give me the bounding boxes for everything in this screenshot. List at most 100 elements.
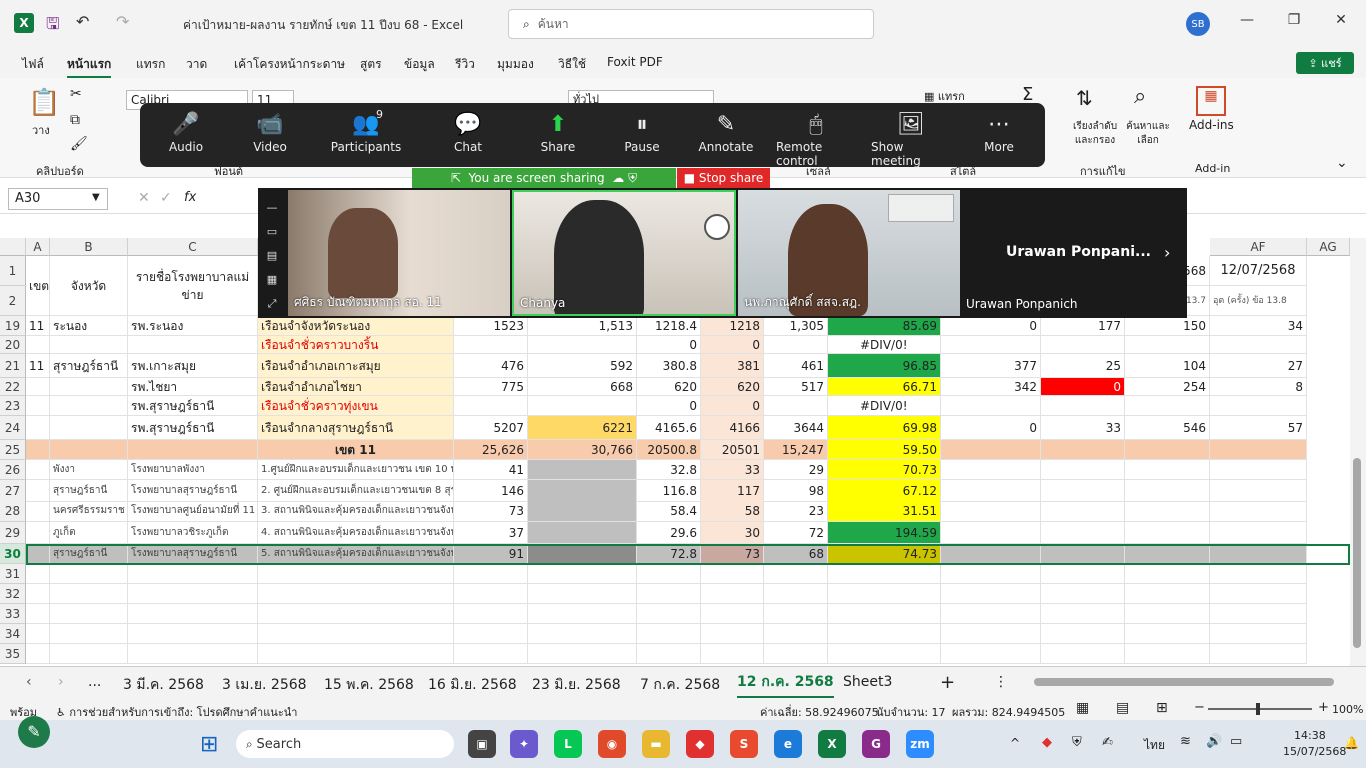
cell-l[interactable]: 25: [1041, 354, 1125, 378]
excel-taskbar-icon[interactable]: X: [818, 730, 846, 758]
cell-o[interactable]: [1210, 440, 1307, 460]
empty-cell[interactable]: [764, 644, 828, 664]
clock-time[interactable]: 14:38: [1294, 729, 1326, 742]
cell-b[interactable]: [50, 440, 128, 460]
paste-label[interactable]: วาง: [32, 121, 50, 139]
menu-item[interactable]: รีวิว: [455, 55, 475, 74]
empty-cell[interactable]: [258, 564, 454, 584]
cell-b[interactable]: สุราษฎร์ธานี: [50, 480, 128, 502]
empty-cell[interactable]: [258, 604, 454, 624]
cell-e[interactable]: 1523: [454, 316, 528, 336]
cell-c[interactable]: โรงพยาบาลพังงา: [128, 460, 258, 480]
row-header[interactable]: 22: [0, 378, 26, 396]
empty-cell[interactable]: [1210, 624, 1307, 644]
empty-cell[interactable]: [454, 564, 528, 584]
cell-o[interactable]: [1210, 544, 1307, 564]
cell-l[interactable]: 177: [1041, 316, 1125, 336]
cell-g[interactable]: 72.8: [637, 544, 701, 564]
menu-item[interactable]: สูตร: [360, 55, 382, 74]
cell-d[interactable]: 1.ศูนย์ฝึกและอบรมเด็กและเยาวชน เขต 10 พั…: [258, 460, 454, 480]
column-header-ag[interactable]: AG: [1307, 238, 1350, 256]
cell-i[interactable]: 3644: [764, 416, 828, 440]
cell-j[interactable]: 85.69: [828, 316, 941, 336]
empty-cell[interactable]: [528, 644, 637, 664]
cell-m[interactable]: [1125, 522, 1210, 544]
empty-cell[interactable]: [128, 644, 258, 664]
wifi-icon[interactable]: ≋: [1180, 734, 1191, 749]
empty-cell[interactable]: [128, 584, 258, 604]
cell-c[interactable]: โรงพยาบาลสุราษฎร์ธานี: [128, 480, 258, 502]
row-header[interactable]: 35: [0, 644, 26, 664]
sort-filter-icon[interactable]: ⇅: [1076, 86, 1093, 110]
clock-date[interactable]: 15/07/2568: [1283, 745, 1346, 758]
cancel-entry-icon[interactable]: ✕: [138, 190, 150, 206]
empty-cell[interactable]: [528, 604, 637, 624]
cell-e[interactable]: 37: [454, 522, 528, 544]
row-header[interactable]: 29: [0, 522, 26, 544]
empty-cell[interactable]: [637, 584, 701, 604]
cell-e[interactable]: 5207: [454, 416, 528, 440]
cell-g[interactable]: 380.8: [637, 354, 701, 378]
zoom-audio-button[interactable]: 🎤 Audio: [146, 110, 226, 154]
empty-cell[interactable]: [701, 624, 764, 644]
windows-start-icon[interactable]: ⊞: [200, 732, 218, 757]
cell-o[interactable]: [1210, 336, 1307, 354]
empty-cell[interactable]: [701, 564, 764, 584]
empty-cell[interactable]: [828, 564, 941, 584]
cell-j[interactable]: 59.50: [828, 440, 941, 460]
taskview-icon[interactable]: ▣: [468, 730, 496, 758]
zoom-chat-button[interactable]: 💬 Chat: [428, 110, 508, 154]
empty-cell[interactable]: [941, 564, 1041, 584]
cell-b[interactable]: [50, 396, 128, 416]
empty-cell[interactable]: [50, 624, 128, 644]
row-header[interactable]: 32: [0, 584, 26, 604]
empty-cell[interactable]: [50, 564, 128, 584]
cell-j[interactable]: #DIV/0!: [828, 396, 941, 416]
menu-item[interactable]: ข้อมูล: [404, 55, 435, 74]
cell-d[interactable]: เรือนจำชั่วคราวบางริ้น: [258, 336, 454, 354]
cell-a[interactable]: [26, 480, 50, 502]
autosum-icon[interactable]: Σ: [1022, 84, 1033, 105]
cell-l[interactable]: [1041, 396, 1125, 416]
cell-m[interactable]: [1125, 336, 1210, 354]
cell-c[interactable]: โรงพยาบาลวชิระภูเก็ต: [128, 522, 258, 544]
cell-m[interactable]: [1125, 544, 1210, 564]
chrome-icon[interactable]: ◉: [598, 730, 626, 758]
menu-item[interactable]: มุมมอง: [497, 55, 534, 74]
zoom-show-meeting-button[interactable]: 🖼 Show meeting: [871, 110, 951, 168]
cell-a[interactable]: [26, 396, 50, 416]
zoom-share-button[interactable]: ⬆ Share: [518, 110, 598, 154]
cell-g[interactable]: 32.8: [637, 460, 701, 480]
cell-e[interactable]: 775: [454, 378, 528, 396]
empty-cell[interactable]: [50, 584, 128, 604]
empty-cell[interactable]: [1041, 564, 1125, 584]
cell-b[interactable]: พังงา: [50, 460, 128, 480]
cell-e[interactable]: 73: [454, 500, 528, 522]
empty-cell[interactable]: [828, 604, 941, 624]
cell-k[interactable]: [941, 500, 1041, 522]
row-header[interactable]: 30: [0, 544, 26, 564]
cell-k[interactable]: 0: [941, 316, 1041, 336]
sheet-tab[interactable]: 3 มี.ค. 2568: [123, 674, 204, 696]
cell-a[interactable]: [26, 522, 50, 544]
cut-icon[interactable]: ✂: [70, 86, 82, 102]
foxit-pdf-icon[interactable]: G: [862, 730, 890, 758]
cell-k[interactable]: [941, 480, 1041, 502]
cell-f[interactable]: [528, 544, 637, 564]
empty-cell[interactable]: [1210, 564, 1307, 584]
tray-anydesk-icon[interactable]: ◆: [1042, 735, 1052, 750]
sheet-tab[interactable]: 23 มิ.ย. 2568: [532, 674, 621, 696]
cell-d[interactable]: เรือนจำจังหวัดระนอง: [258, 316, 454, 336]
file-explorer-icon[interactable]: ▬: [642, 730, 670, 758]
cell-b[interactable]: [50, 416, 128, 440]
cell-j[interactable]: 194.59: [828, 522, 941, 544]
cell-l[interactable]: [1041, 522, 1125, 544]
empty-cell[interactable]: [1125, 644, 1210, 664]
empty-cell[interactable]: [941, 604, 1041, 624]
cell-b[interactable]: [50, 378, 128, 396]
empty-cell[interactable]: [258, 644, 454, 664]
cell-k[interactable]: [941, 440, 1041, 460]
restore-button[interactable]: ❐: [1279, 12, 1309, 36]
empty-cell[interactable]: [1125, 624, 1210, 644]
cell-m[interactable]: [1125, 480, 1210, 502]
